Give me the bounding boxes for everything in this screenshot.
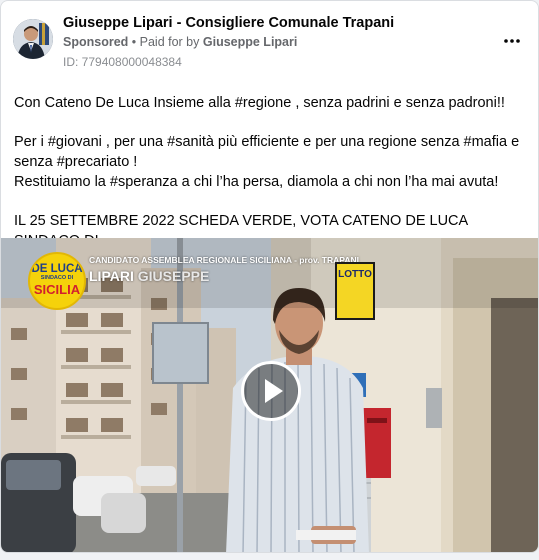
sponsor-info: Sponsored • Paid for by Giuseppe Lipari bbox=[63, 35, 297, 49]
caption-surname: LIPARI bbox=[89, 268, 134, 284]
post-header: Giuseppe Lipari - Consigliere Comunale T… bbox=[1, 1, 538, 81]
more-horizontal-icon bbox=[504, 39, 520, 43]
paid-for-name[interactable]: Giuseppe Lipari bbox=[203, 35, 297, 49]
video-caption-name: LIPARI GIUSEPPE bbox=[89, 268, 209, 284]
ad-id: ID: 779408000048384 bbox=[63, 55, 182, 69]
video-player[interactable]: DE LUCA SINDACO DI SICILIA CANDIDATO ASS… bbox=[1, 238, 538, 552]
play-button[interactable] bbox=[241, 361, 301, 421]
badge-line-1: DE LUCA bbox=[31, 263, 83, 275]
video-caption-role: CANDIDATO ASSEMBLEA REGIONALE SICILIANA … bbox=[89, 255, 359, 265]
lotto-shop-sign: LOTTO bbox=[335, 262, 375, 320]
more-options-button[interactable] bbox=[500, 29, 524, 53]
badge-line-2: SINDACO DI bbox=[40, 275, 74, 281]
caption-firstname: GIUSEPPE bbox=[137, 268, 210, 284]
sponsored-label[interactable]: Sponsored bbox=[63, 35, 128, 49]
post-text-line: Per i #giovani , per una #sanità più eff… bbox=[14, 134, 520, 170]
play-icon bbox=[265, 379, 283, 403]
post-text-line: Con Cateno De Luca Insieme alla #regione… bbox=[14, 95, 505, 111]
paid-for-prefix: • Paid for by bbox=[131, 35, 200, 49]
campaign-logo-badge: DE LUCA SINDACO DI SICILIA bbox=[28, 252, 86, 310]
post-body-text: Con Cateno De Luca Insieme alla #regione… bbox=[14, 93, 529, 251]
post-text-line: Restituiamo la #speranza a chi l’ha pers… bbox=[14, 174, 499, 190]
ad-post-card: Giuseppe Lipari - Consigliere Comunale T… bbox=[0, 0, 539, 553]
page-name-link[interactable]: Giuseppe Lipari - Consigliere Comunale T… bbox=[63, 15, 394, 31]
badge-line-3: SICILIA bbox=[33, 282, 81, 297]
page-avatar[interactable] bbox=[13, 19, 53, 59]
lotto-sign-text: LOTTO bbox=[338, 269, 372, 280]
